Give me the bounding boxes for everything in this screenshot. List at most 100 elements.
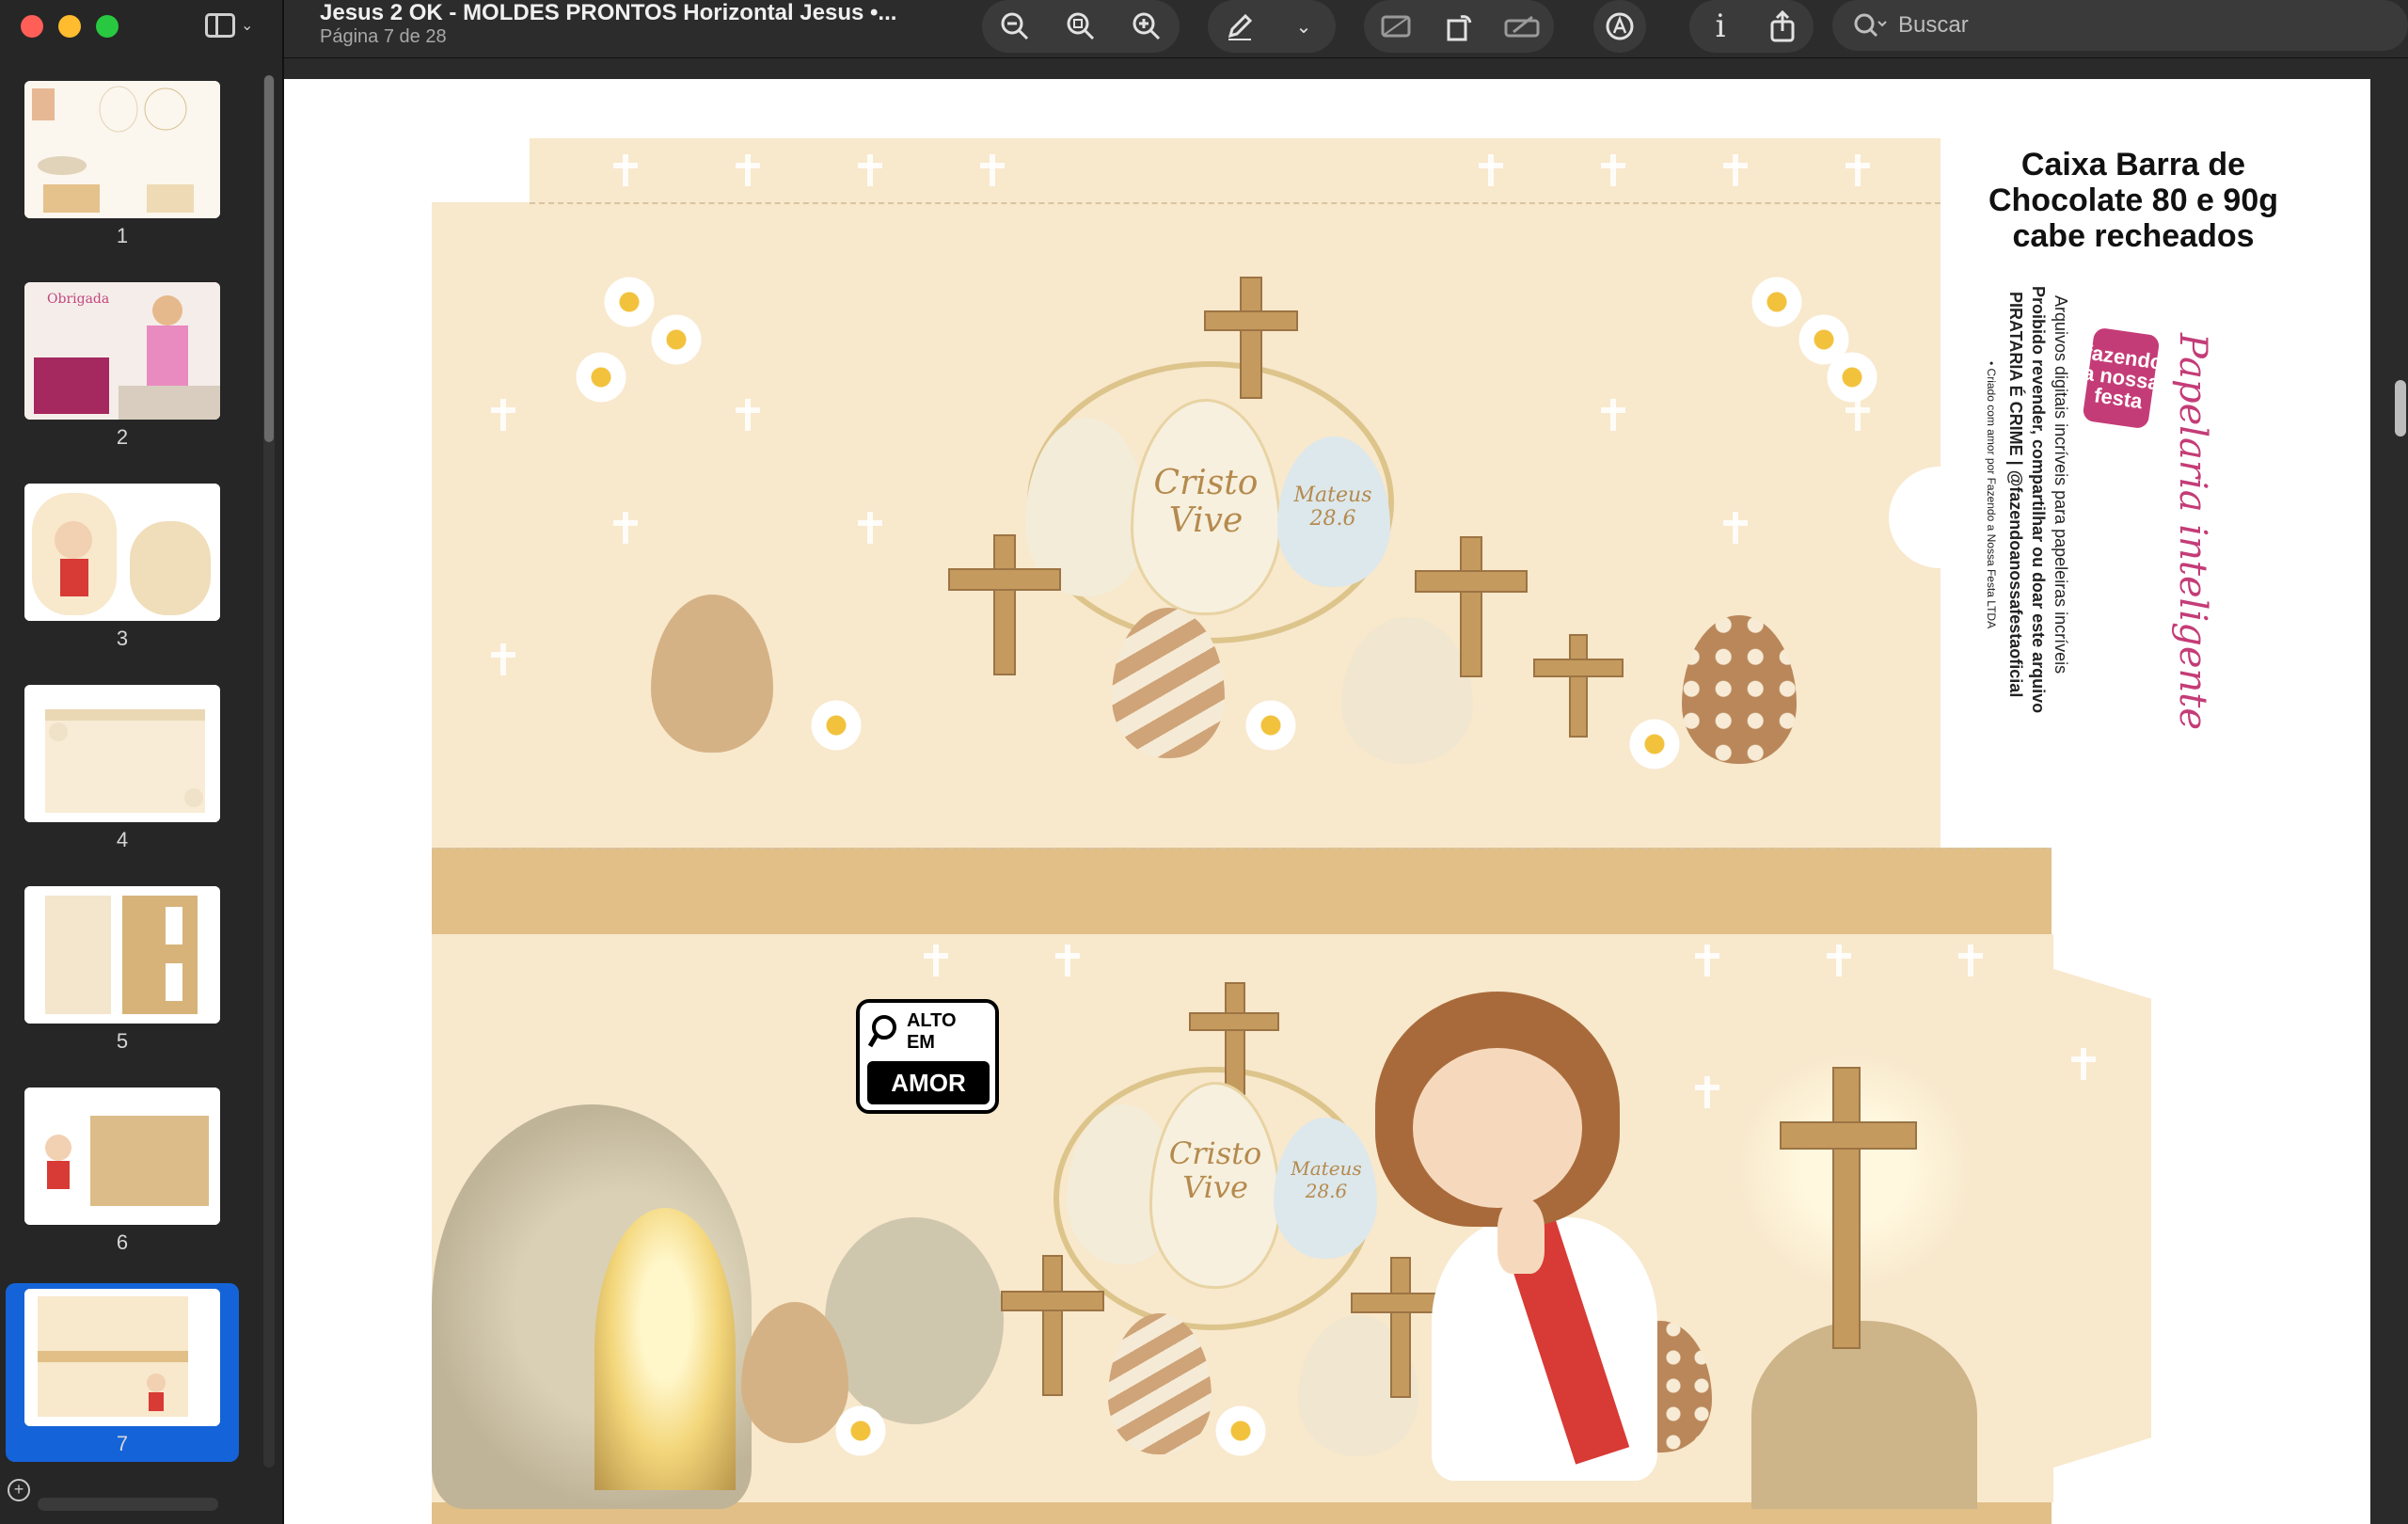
sidebar-toggle-button[interactable]: ⌄ [205, 11, 261, 40]
crop-icon [1381, 15, 1411, 38]
page-thumbnail-7[interactable] [24, 1289, 220, 1426]
markup-pen-icon [1228, 13, 1253, 40]
zoom-in-button[interactable] [1120, 2, 1173, 51]
markup-button[interactable] [1213, 2, 1266, 51]
wooden-cross-icon [948, 568, 1061, 591]
wooden-cross-icon [1780, 1121, 1917, 1150]
flower-decoration [1827, 352, 1877, 403]
zoom-controls [982, 0, 1180, 53]
page-thumbnail-3[interactable] [24, 484, 220, 621]
cross-pattern-icon [2071, 1048, 2096, 1080]
zoom-out-button[interactable] [989, 2, 1041, 51]
page-number-label: 7 [116, 1432, 129, 1455]
thumbnail-caption: Obrigada [47, 292, 110, 307]
cross-pattern-icon [924, 945, 948, 976]
document-title: Jesus 2 OK - MOLDES PRONTOS Horizontal J… [320, 0, 897, 25]
cross-pattern-icon [980, 154, 1005, 186]
close-window-button[interactable] [21, 15, 43, 38]
page-number-label: 1 [116, 224, 129, 247]
cross-pattern-icon [491, 399, 515, 431]
sidebar-scroll-thumb[interactable] [264, 75, 274, 442]
side-strip [432, 848, 2052, 934]
template-title: Caixa Barra de Chocolate 80 e 90g cabe r… [1955, 147, 2312, 254]
thumbnail-preview [24, 484, 220, 621]
signature-button[interactable] [1496, 2, 1548, 51]
cross-pattern-icon [1695, 1076, 1719, 1108]
page-number-label: 3 [116, 627, 129, 650]
zoom-window-button[interactable] [96, 15, 119, 38]
flower-decoration [1751, 277, 1802, 327]
document-view[interactable]: Cristo Vive Mateus 28.6 Cristo Vive Mate… [284, 58, 2408, 1524]
page-thumbnail-2[interactable]: Obrigada [24, 282, 220, 420]
annotate-controls [1593, 0, 1646, 53]
cross-pattern-icon [613, 154, 638, 186]
seal-bottom-text: AMOR [867, 1061, 990, 1104]
thumbnail-preview [24, 685, 220, 822]
page-number-label: 2 [116, 425, 129, 449]
credit-line: PIRATARIA É CRIME | @fazendoanossafestao… [2006, 292, 2025, 698]
page-indicator: Página 7 de 28 [320, 26, 447, 47]
info-button[interactable]: i [1694, 2, 1747, 51]
annotate-button[interactable] [1593, 2, 1646, 51]
markup-menu-button[interactable]: ⌄ [1277, 2, 1330, 51]
egg-inscription: Cristo Vive [1153, 464, 1259, 540]
title-line: Chocolate 80 e 90g [1988, 183, 2278, 218]
page-number-label: 6 [116, 1230, 129, 1254]
flower-decoration [604, 277, 655, 327]
search-field[interactable]: Buscar [1832, 0, 2408, 51]
seal-top: ALTO EM [867, 1010, 990, 1054]
page-thumbnail-6[interactable] [24, 1087, 220, 1225]
title-line: Caixa Barra de [2020, 147, 2246, 183]
wooden-cross-icon [1240, 277, 1262, 399]
chevron-down-icon: ⌄ [241, 18, 254, 34]
signature-icon [1504, 15, 1540, 38]
brand-badge: fazendo a nossa festa [2082, 326, 2164, 430]
document-scrollbar[interactable] [2395, 380, 2406, 437]
cross-pattern-icon [1055, 945, 1080, 976]
thumbnail-preview [24, 1289, 220, 1426]
fold-line [432, 848, 2052, 849]
add-page-icon[interactable]: + [8, 1479, 30, 1501]
annotate-icon [1606, 12, 1634, 40]
alto-em-amor-seal: ALTO EM AMOR [856, 999, 999, 1114]
sidebar-horizontal-scrollbar[interactable] [38, 1498, 218, 1511]
cross-pattern-icon [1723, 154, 1748, 186]
page-thumbnail-4[interactable] [24, 685, 220, 822]
minimize-window-button[interactable] [58, 15, 81, 38]
seal-top-text: ALTO EM [906, 1010, 957, 1053]
cross-pattern-icon [1695, 945, 1719, 976]
page-thumbnail-1[interactable] [24, 81, 220, 218]
thumbnail-preview [24, 886, 220, 1024]
wooden-cross-icon [1204, 310, 1298, 331]
cross-pattern-icon [1958, 945, 1983, 976]
edit-controls [1364, 0, 1554, 53]
toolbar: Jesus 2 OK - MOLDES PRONTOS Horizontal J… [284, 0, 2408, 58]
info-share-controls: i [1689, 0, 1814, 53]
share-button[interactable] [1756, 2, 1809, 51]
wooden-cross-icon [1569, 634, 1588, 738]
chevron-down-icon: ⌄ [1295, 16, 1312, 38]
page-number-label: 4 [116, 828, 129, 851]
search-icon [1854, 13, 1887, 38]
rotate-button[interactable] [1433, 2, 1485, 51]
wooden-cross-icon [1415, 570, 1528, 593]
page-number-label: 5 [116, 1029, 129, 1053]
flower-decoration [576, 352, 626, 403]
cross-pattern-icon [858, 512, 882, 544]
zoom-out-icon [1001, 12, 1029, 40]
zoom-to-fit-button[interactable] [1054, 2, 1107, 51]
sidebar-icon [205, 13, 235, 38]
info-icon: i [1715, 8, 1726, 45]
page-thumbnail-5[interactable] [24, 886, 220, 1024]
flower-decoration [835, 1405, 886, 1456]
cross-pattern-icon [1723, 512, 1748, 544]
flower-decoration [1629, 719, 1680, 770]
sidebar-scrollbar[interactable] [263, 75, 275, 1468]
thumbnail-preview [24, 81, 220, 218]
hill [1751, 1321, 1977, 1509]
cross-pattern-icon [613, 512, 638, 544]
egg-inscription-side: Mateus 28.6 [1293, 484, 1372, 531]
wooden-cross-icon [1460, 536, 1482, 677]
crop-button[interactable] [1370, 2, 1422, 51]
share-icon [1770, 10, 1795, 42]
